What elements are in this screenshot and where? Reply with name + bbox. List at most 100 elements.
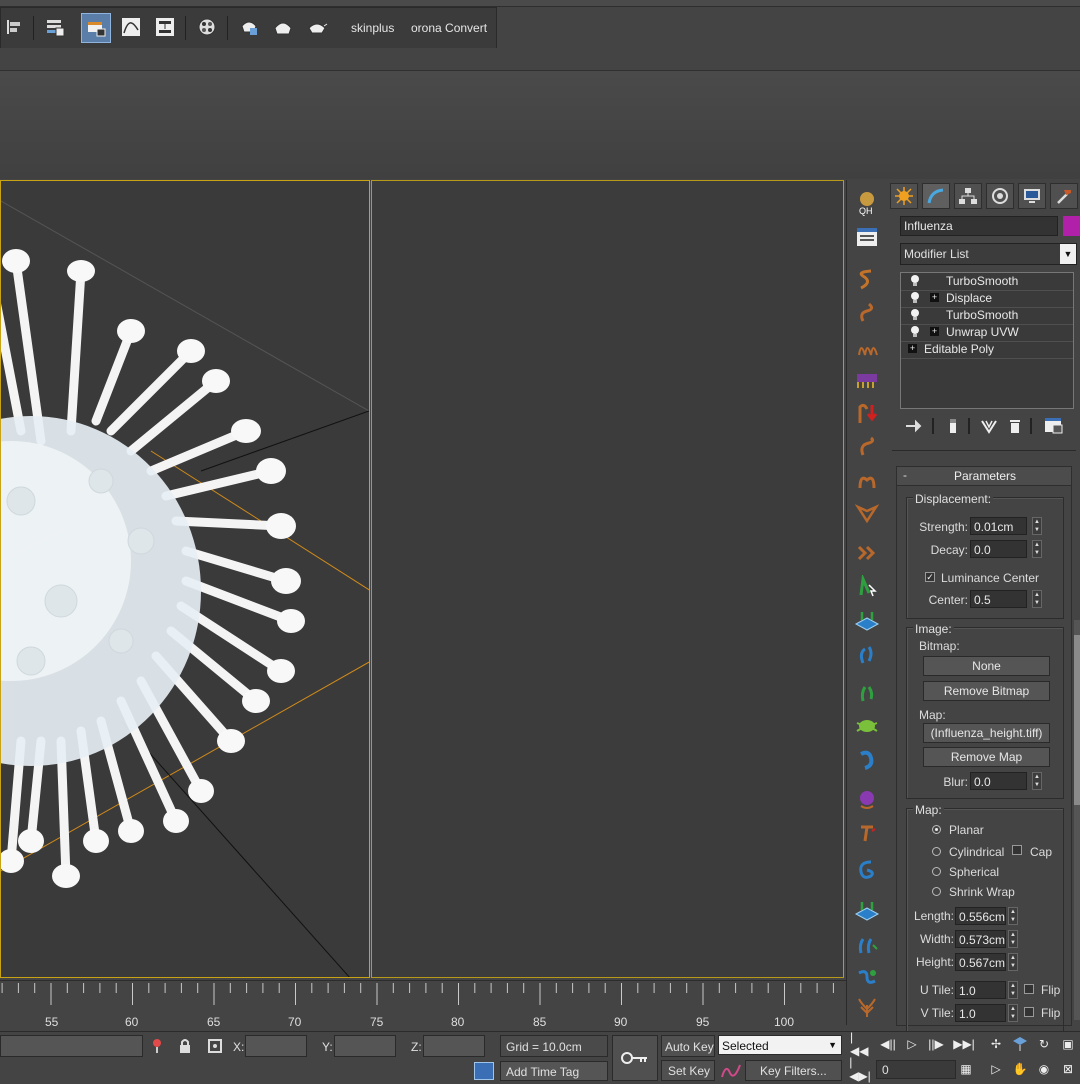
length-field[interactable]: 0.556cm xyxy=(955,907,1006,925)
luminance-center-checkbox[interactable]: ✓ xyxy=(925,572,935,582)
tab-utilities[interactable] xyxy=(1050,183,1078,209)
zoom-extents-icon[interactable]: ✢ xyxy=(986,1035,1006,1053)
strength-spinner[interactable]: ▲ ▼ xyxy=(1032,517,1042,535)
z-coordinate-field[interactable] xyxy=(423,1035,485,1057)
pan-view-icon[interactable]: ✋ xyxy=(1010,1060,1030,1078)
expand-icon[interactable]: + xyxy=(908,344,917,353)
add-time-tag-button[interactable]: Add Time Tag xyxy=(500,1061,608,1081)
selection-set-dropdown[interactable]: Selected ▼ xyxy=(718,1035,842,1055)
lattice-modifier-icon[interactable] xyxy=(852,498,882,528)
key-filters-button[interactable]: Key Filters... xyxy=(745,1060,842,1081)
stack-item-unwrap-uvw[interactable]: + Unwrap UVW xyxy=(901,324,1073,342)
stack-item-turbosmooth-1[interactable]: TurboSmooth xyxy=(901,273,1073,291)
walk-through-icon[interactable]: ◉ xyxy=(1034,1060,1054,1078)
v-tile-field[interactable]: 1.0 xyxy=(955,1004,1006,1022)
center-field[interactable]: 0.5 xyxy=(970,590,1027,608)
configure-modifier-sets-icon[interactable] xyxy=(1044,416,1064,434)
rendered-frame-window-icon[interactable] xyxy=(269,13,297,41)
modifier-stack[interactable]: TurboSmooth + Displace TurboSmooth + Unw… xyxy=(900,272,1074,409)
decay-field[interactable]: 0.0 xyxy=(970,540,1027,558)
make-unique-icon[interactable] xyxy=(980,418,998,434)
tab-motion[interactable] xyxy=(986,183,1014,209)
curve-editor-icon[interactable] xyxy=(117,13,145,41)
field-of-view-icon[interactable]: ▷ xyxy=(986,1060,1006,1078)
remove-bitmap-button[interactable]: Remove Bitmap xyxy=(923,681,1050,701)
y-coordinate-field[interactable] xyxy=(334,1035,396,1057)
orbit-icon[interactable]: ↻ xyxy=(1034,1035,1054,1053)
layer-manager-icon[interactable] xyxy=(41,13,69,41)
stack-item-editable-poly[interactable]: + Editable Poly xyxy=(901,341,1073,359)
v-tile-spinner[interactable]: ▲ ▼ xyxy=(1008,1004,1018,1022)
previous-frame-icon[interactable]: ◀|| xyxy=(878,1035,898,1053)
go-to-end-icon[interactable]: ▶▶| xyxy=(953,1035,975,1053)
object-color-swatch[interactable] xyxy=(1063,216,1080,236)
lightbulb-icon[interactable] xyxy=(911,275,919,286)
meshsmooth-modifier-icon[interactable] xyxy=(852,710,882,740)
planar-radio[interactable] xyxy=(932,825,941,834)
go-to-start-icon[interactable]: |◀◀ xyxy=(850,1030,870,1058)
unwrap-uvw-icon[interactable] xyxy=(852,640,882,670)
uvw-xform-icon[interactable] xyxy=(852,895,882,925)
height-spinner[interactable]: ▲ ▼ xyxy=(1008,953,1018,971)
time-tag-icon[interactable] xyxy=(474,1062,494,1080)
material-editor-icon[interactable] xyxy=(193,13,221,41)
noise-modifier-icon[interactable] xyxy=(852,332,882,362)
tab-display[interactable] xyxy=(1018,183,1046,209)
set-key-toggle[interactable] xyxy=(612,1035,658,1081)
skin-modifier-icon[interactable] xyxy=(852,572,882,602)
tessellate-modifier-icon[interactable] xyxy=(852,930,882,960)
u-flip-checkbox[interactable] xyxy=(1024,984,1034,994)
qh-icon[interactable]: QH xyxy=(852,188,882,218)
scrollbar-thumb[interactable] xyxy=(1074,635,1080,805)
curve-editor-icon[interactable] xyxy=(720,1061,742,1081)
auto-key-button[interactable]: Auto Key xyxy=(661,1035,715,1057)
spline-ik-icon[interactable] xyxy=(852,962,882,992)
tab-modify[interactable] xyxy=(922,183,950,209)
viewport-empty[interactable] xyxy=(371,180,844,978)
shrink-wrap-radio[interactable] xyxy=(932,887,941,896)
render-setup-icon[interactable] xyxy=(235,13,263,41)
maximize-toggle-icon[interactable]: ▣ xyxy=(1058,1035,1078,1053)
time-configuration-icon[interactable]: ▦ xyxy=(956,1060,976,1078)
stack-item-turbosmooth-2[interactable]: TurboSmooth xyxy=(901,307,1073,325)
bend-modifier-icon[interactable] xyxy=(852,265,882,295)
ffd-modifier-icon[interactable] xyxy=(852,365,882,395)
viewport-perspective[interactable] xyxy=(0,180,370,978)
timeline-track[interactable]: 55 60 65 70 75 80 85 90 95 100 xyxy=(0,980,846,1031)
bitmap-none-button[interactable]: None xyxy=(923,656,1050,676)
x-coordinate-field[interactable] xyxy=(245,1035,307,1057)
remove-map-button[interactable]: Remove Map xyxy=(923,747,1050,767)
tab-create[interactable] xyxy=(890,183,918,209)
absolute-mode-icon[interactable] xyxy=(206,1037,224,1055)
uvw-map-icon[interactable] xyxy=(852,605,882,635)
twist-modifier-icon[interactable] xyxy=(852,298,882,328)
close-viewport-icon[interactable]: ⊠ xyxy=(1058,1060,1078,1078)
u-tile-spinner[interactable]: ▲ ▼ xyxy=(1008,981,1018,999)
map-button[interactable]: (Influenza_height.tiff) xyxy=(923,723,1050,743)
show-end-result-icon[interactable] xyxy=(946,418,960,434)
strength-field[interactable]: 0.01cm xyxy=(970,517,1027,535)
center-spinner[interactable]: ▲ ▼ xyxy=(1032,590,1042,608)
length-spinner[interactable]: ▲ ▼ xyxy=(1008,907,1018,925)
skinplus-button[interactable]: skinplus xyxy=(351,21,394,35)
spherical-radio[interactable] xyxy=(932,867,941,876)
decay-spinner[interactable]: ▲ ▼ xyxy=(1032,540,1042,558)
render-production-icon[interactable] xyxy=(303,13,331,41)
stack-item-displace[interactable]: + Displace xyxy=(901,290,1073,308)
lightbulb-icon[interactable] xyxy=(911,326,919,337)
lightbulb-icon[interactable] xyxy=(911,292,919,303)
width-spinner[interactable]: ▲ ▼ xyxy=(1008,930,1018,948)
shell-modifier-icon[interactable] xyxy=(852,855,882,885)
blur-spinner[interactable]: ▲ ▼ xyxy=(1032,772,1042,790)
height-field[interactable]: 0.567cm xyxy=(955,953,1006,971)
expand-icon[interactable]: + xyxy=(930,327,939,336)
next-frame-icon[interactable]: ||▶ xyxy=(926,1035,946,1053)
push-modifier-icon[interactable] xyxy=(852,398,882,428)
schematic-view-icon[interactable] xyxy=(151,13,179,41)
hair-modifier-icon[interactable] xyxy=(852,992,882,1022)
parameters-rollout-header[interactable]: - Parameters xyxy=(897,467,1071,486)
lock-icon[interactable] xyxy=(178,1038,192,1054)
scene-explorer-icon[interactable] xyxy=(81,13,111,43)
current-frame-field[interactable]: 0 xyxy=(876,1060,956,1079)
pin-stack-icon[interactable] xyxy=(904,418,922,434)
